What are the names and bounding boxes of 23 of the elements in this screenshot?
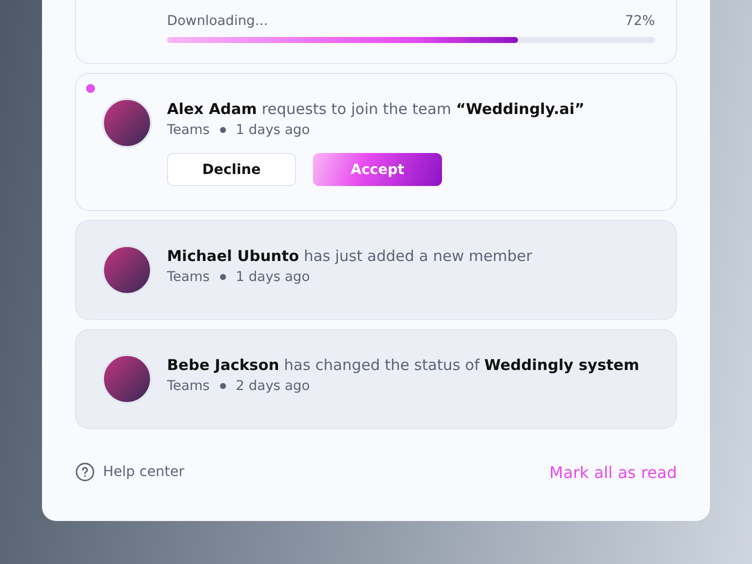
mark-all-read-link[interactable]: Mark all as read	[549, 462, 677, 482]
notification-time: 1 days ago	[236, 269, 310, 285]
unread-dot	[86, 84, 95, 93]
notification-message: Alex Adam requests to join the team “Weddingly.ai”	[167, 99, 586, 120]
notification-message: Bebe Jackson has changed the status of Weddingly system	[167, 355, 640, 376]
avatar-photo-placeholder	[102, 354, 152, 404]
help-center-link[interactable]: Help center	[75, 462, 184, 482]
download-percent: 72%	[624, 13, 655, 29]
notification-category: Teams	[167, 269, 210, 285]
avatar-photo-placeholder	[102, 98, 152, 148]
accept-button[interactable]: Accept	[313, 153, 442, 186]
separator-dot-icon	[220, 383, 226, 389]
separator-dot-icon	[220, 127, 226, 133]
notification-category: Teams	[167, 122, 210, 138]
download-status: Downloading...	[167, 13, 268, 29]
notification-time: 1 days ago	[236, 122, 310, 138]
avatar-photo-placeholder	[102, 245, 152, 295]
notification-category: Teams	[167, 378, 210, 394]
notification-time: 2 days ago	[236, 378, 310, 394]
separator-dot-icon	[220, 274, 226, 280]
help-icon	[75, 462, 95, 482]
decline-button[interactable]: Decline	[167, 153, 296, 186]
notification-message: Michael Ubunto has just added a new member	[167, 246, 534, 267]
